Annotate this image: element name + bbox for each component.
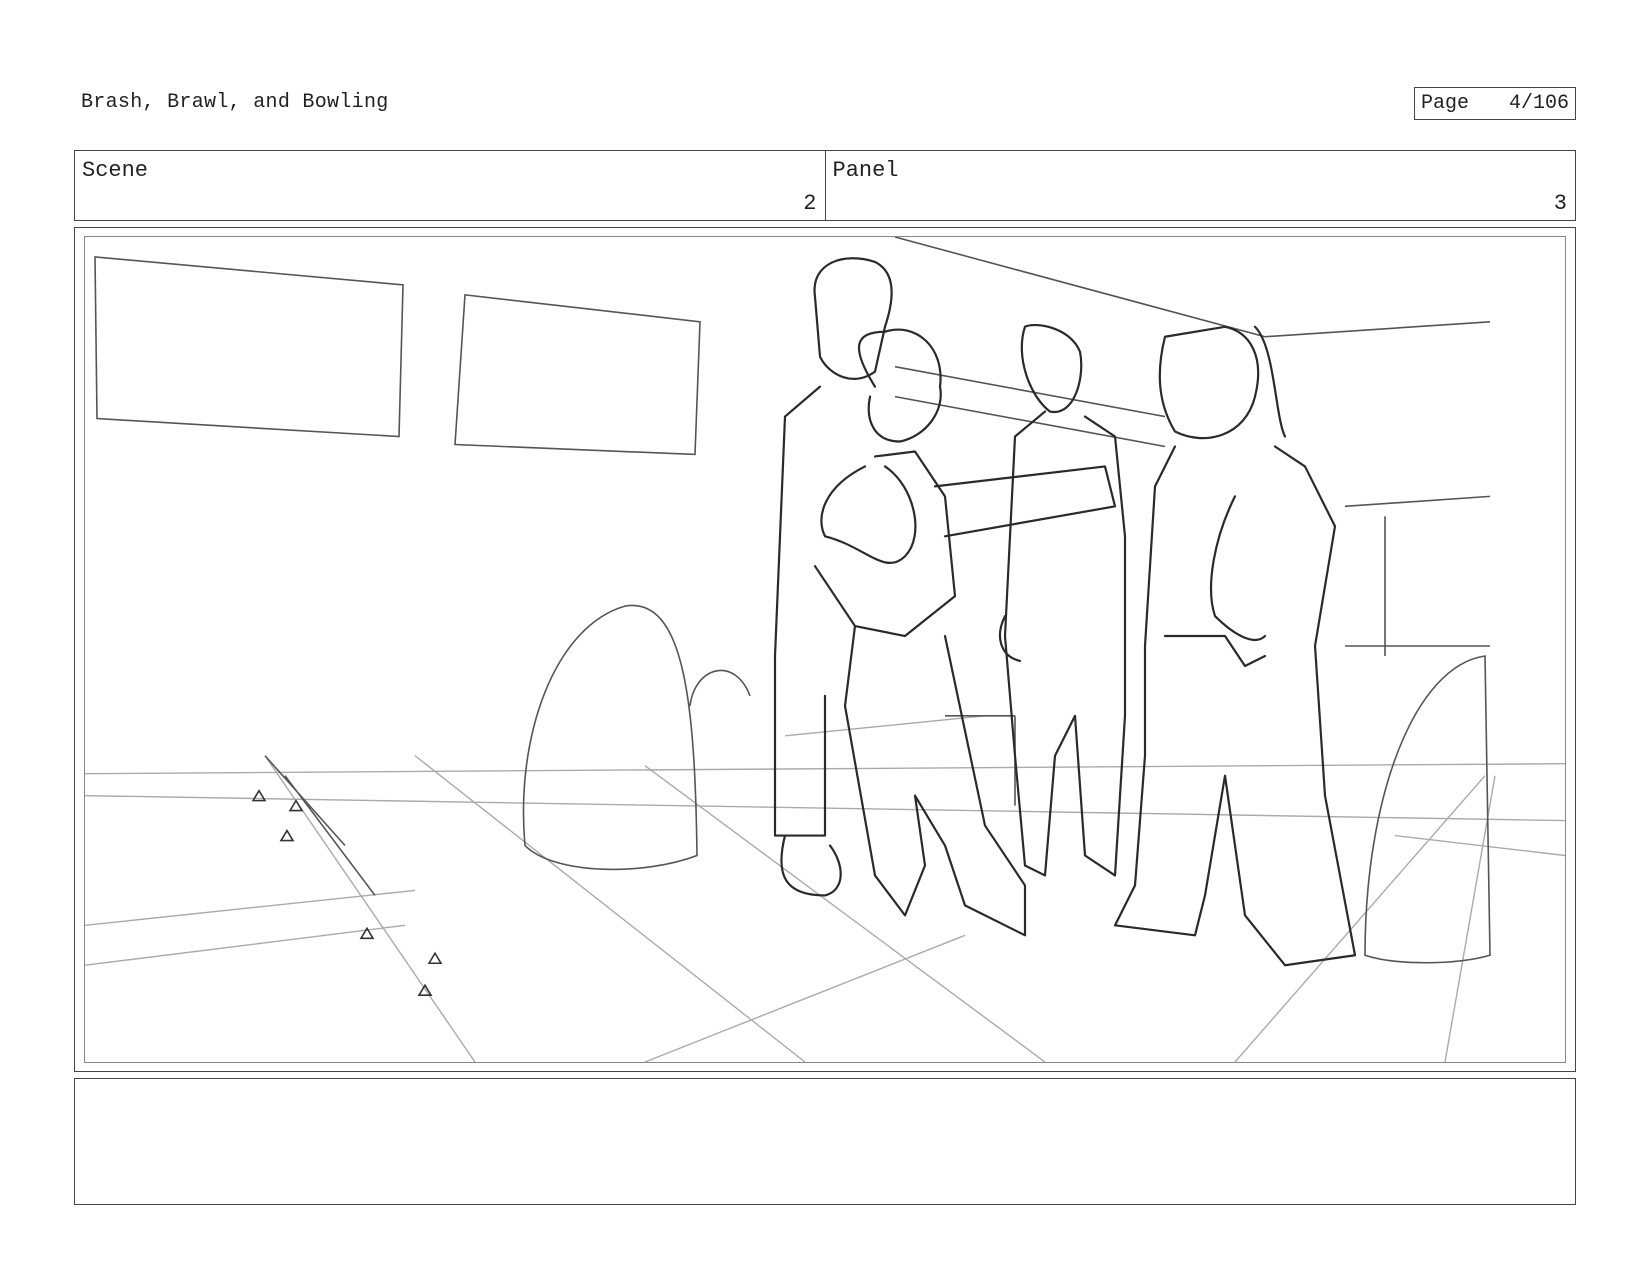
- panel-notes: [74, 1078, 1576, 1205]
- scene-panel-header: Scene 2 Panel 3: [74, 150, 1576, 221]
- storyboard-sketch: [85, 237, 1565, 1062]
- characters: [773, 257, 1357, 967]
- panel-cell: Panel 3: [824, 151, 1576, 220]
- page-indicator: Page 4/106: [1414, 87, 1576, 120]
- panel-number: 3: [1553, 191, 1567, 216]
- page-number: 4/106: [1508, 92, 1569, 115]
- storyboard-frame: [74, 227, 1576, 1072]
- storyboard-drawing-area: [84, 236, 1566, 1063]
- scene-cell: Scene 2: [75, 151, 825, 220]
- panel-label: Panel: [832, 158, 899, 183]
- page-label: Page: [1421, 92, 1470, 115]
- lane-arrows: [251, 789, 443, 996]
- background-structures: [94, 237, 1491, 964]
- document-title: Brash, Brawl, and Bowling: [81, 91, 389, 114]
- scene-number: 2: [803, 191, 817, 216]
- scene-label: Scene: [82, 158, 149, 183]
